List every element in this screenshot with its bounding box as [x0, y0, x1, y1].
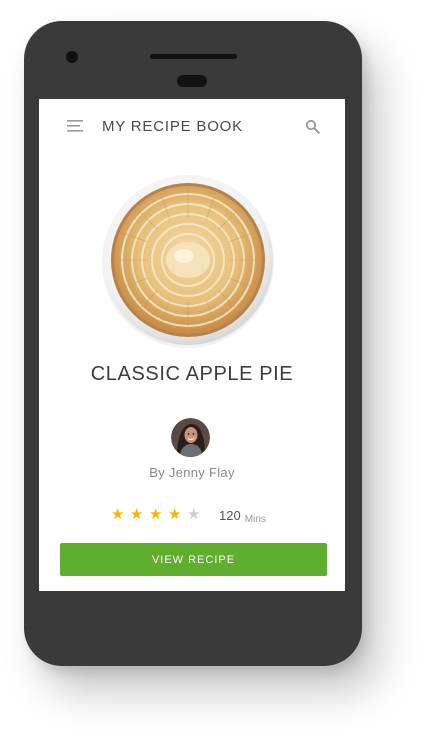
phone-frame: MY RECIPE BOOK CLASSIC APPLE PIE By Jenn… — [24, 21, 362, 666]
star-filled-icon: ★ — [130, 506, 144, 523]
star-filled-icon: ★ — [168, 506, 182, 523]
earpiece-speaker — [150, 54, 237, 59]
author-name[interactable]: By Jenny Flay — [39, 465, 345, 480]
cook-duration: 120 Mins — [219, 507, 266, 525]
author-avatar[interactable] — [171, 418, 210, 457]
hamburger-menu-icon[interactable] — [67, 119, 83, 133]
app-title: MY RECIPE BOOK — [102, 118, 243, 135]
duration-unit: Mins — [244, 514, 266, 525]
star-filled-icon: ★ — [149, 506, 163, 523]
stage: MY RECIPE BOOK CLASSIC APPLE PIE By Jenn… — [0, 0, 429, 735]
apple-pie-photo — [102, 175, 274, 348]
proximity-sensor — [177, 75, 207, 87]
star-empty-icon: ★ — [187, 506, 201, 523]
star-rating: ★ ★ ★ ★ ★ — [111, 507, 202, 525]
search-icon[interactable] — [305, 119, 320, 134]
recipe-title: CLASSIC APPLE PIE — [90, 363, 294, 385]
app-screen: MY RECIPE BOOK CLASSIC APPLE PIE By Jenn… — [39, 99, 345, 591]
app-bar: MY RECIPE BOOK — [39, 99, 345, 155]
front-camera — [66, 51, 78, 63]
duration-value: 120 — [219, 508, 241, 523]
view-recipe-button[interactable]: VIEW RECIPE — [60, 543, 327, 576]
star-filled-icon: ★ — [111, 506, 125, 523]
